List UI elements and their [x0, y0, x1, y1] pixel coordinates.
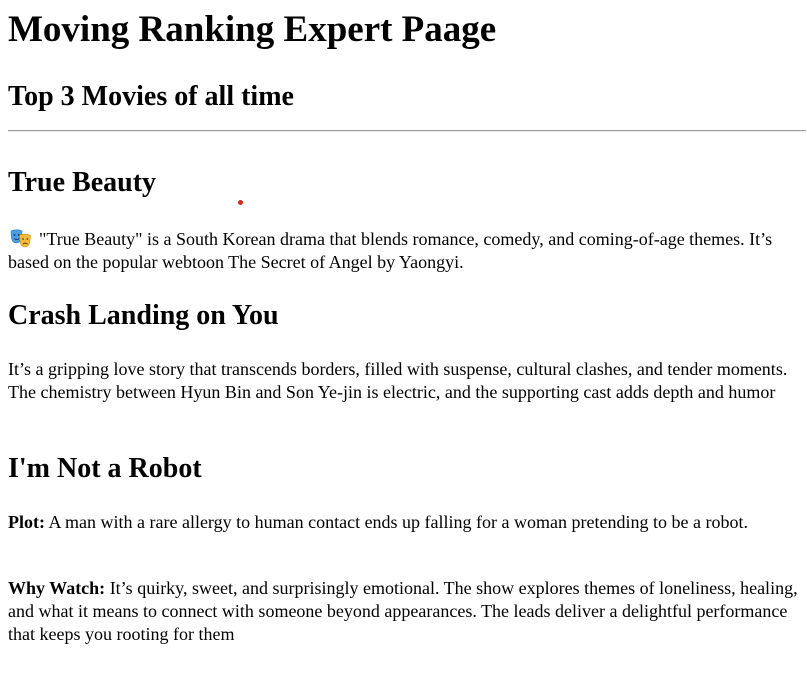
movie-description-true-beauty: "True Beauty" is a South Korean drama th…	[8, 228, 807, 274]
movie-title-crash-landing: Crash Landing on You	[8, 300, 279, 331]
plot-text: A man with a rare allergy to human conta…	[48, 512, 748, 532]
red-dot-marker	[238, 200, 243, 205]
movie-description-text: "True Beauty" is a South Korean drama th…	[8, 229, 773, 272]
page-subtitle: Top 3 Movies of all time	[8, 81, 294, 112]
performing-arts-masks-icon	[10, 228, 32, 248]
movie-title-not-a-robot: I'm Not a Robot	[8, 453, 202, 484]
movie-plot: Plot: A man with a rare allergy to human…	[8, 511, 807, 534]
why-watch-label: Why Watch:	[8, 578, 106, 598]
why-watch-text: It’s quirky, sweet, and surprisingly emo…	[8, 578, 798, 644]
page-title: Moving Ranking Expert Paage	[8, 9, 497, 50]
movie-description-crash-landing: It’s a gripping love story that transcen…	[8, 359, 788, 402]
movie-title-true-beauty: True Beauty	[8, 167, 157, 198]
plot-label: Plot:	[8, 512, 45, 532]
horizontal-divider	[8, 130, 806, 132]
movie-why-watch: Why Watch: It’s quirky, sweet, and surpr…	[8, 577, 807, 646]
